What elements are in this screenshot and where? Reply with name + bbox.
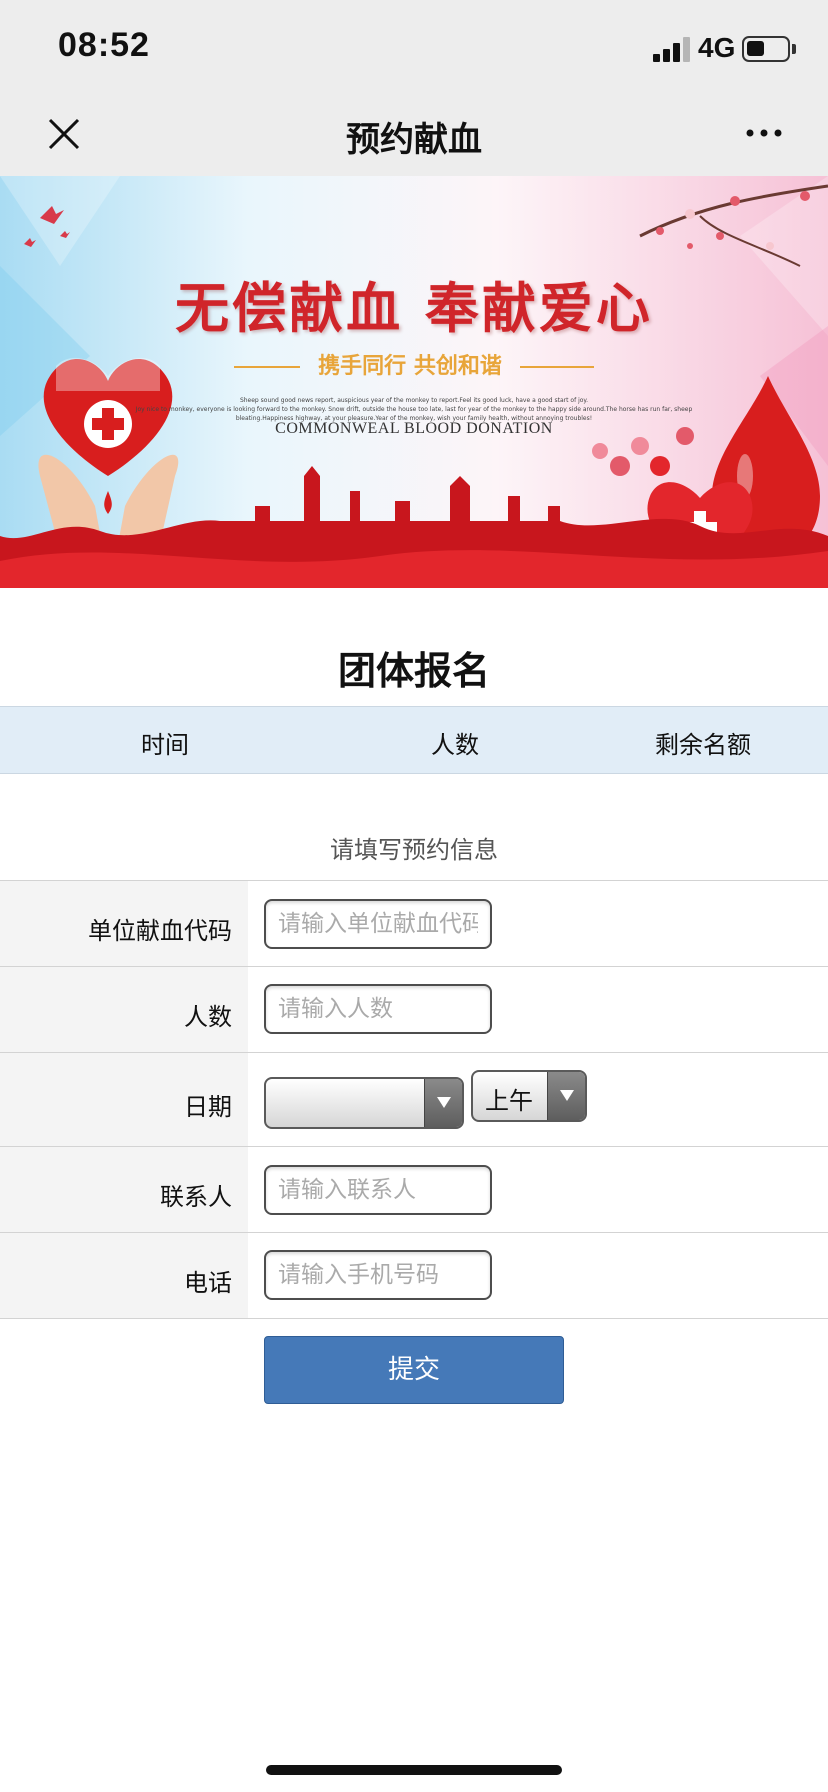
label-cell: 日期 (0, 1053, 248, 1146)
count-label: 人数 (184, 1003, 232, 1031)
banner-english-title: COMMONWEAL BLOOD DONATION (275, 420, 553, 437)
page-title: 预约献血 (346, 120, 482, 160)
count-input[interactable] (264, 984, 492, 1034)
column-header-remaining: 剩余名额 (655, 731, 751, 759)
banner-subtitle-text: 携手同行 共创和谐 (318, 354, 502, 379)
battery-level (747, 41, 764, 56)
banner-small-text: Sheep sound good news report, auspicious… (0, 396, 828, 423)
form-row-phone: 电话 (0, 1232, 828, 1318)
section-title: 团体报名 (337, 649, 490, 693)
submit-button[interactable]: 提交 (264, 1336, 564, 1404)
unit-code-label: 单位献血代码 (88, 917, 232, 945)
phone-label: 电话 (184, 1269, 232, 1297)
status-bar: 08:52 4G (0, 0, 828, 96)
date-select[interactable] (264, 1077, 464, 1129)
banner-subtitle: 携手同行 共创和谐 (0, 348, 828, 380)
contact-input[interactable] (264, 1165, 492, 1215)
network-label: 4G (698, 32, 736, 63)
status-time: 08:52 (58, 26, 150, 64)
period-select[interactable]: 上午 (471, 1070, 587, 1122)
home-indicator[interactable] (266, 1765, 562, 1775)
label-cell: 单位献血代码 (0, 881, 248, 966)
form-row-count: 人数 (0, 966, 828, 1052)
chevron-down-icon (424, 1079, 462, 1127)
date-label: 日期 (184, 1093, 232, 1121)
nav-bar: 预约献血 (0, 96, 828, 176)
banner-small-text-2: Joy nice to monkey, everyone is looking … (135, 406, 693, 413)
table-header: 时间 人数 剩余名额 (0, 706, 828, 774)
banner-small-text-1: Sheep sound good news report, auspicious… (239, 397, 589, 404)
form-row-contact: 联系人 (0, 1146, 828, 1232)
form-row-unit-code: 单位献血代码 (0, 880, 828, 966)
battery-cap (792, 44, 796, 54)
form-bottom-divider (0, 1318, 828, 1319)
column-header-count: 人数 (431, 731, 479, 759)
label-cell: 人数 (0, 967, 248, 1052)
form-row-date: 日期 上午 (0, 1052, 828, 1146)
label-cell: 联系人 (0, 1147, 248, 1232)
more-icon[interactable] (744, 118, 784, 148)
form-caption: 请填写预约信息 (330, 836, 498, 864)
column-header-time: 时间 (141, 731, 189, 759)
contact-label: 联系人 (160, 1183, 232, 1211)
label-cell: 电话 (0, 1233, 248, 1318)
period-select-value: 上午 (485, 1087, 533, 1115)
battery-icon (742, 36, 790, 62)
phone-input[interactable] (264, 1250, 492, 1300)
banner-graphics (0, 176, 828, 588)
unit-code-input[interactable] (264, 899, 492, 949)
banner-image: 无偿献血 奉献爱心 携手同行 共创和谐 Sheep sound good new… (0, 176, 828, 588)
signal-icon (653, 36, 691, 62)
banner-title: 无偿献血 奉献爱心 (175, 277, 653, 340)
chevron-down-icon (547, 1072, 585, 1120)
